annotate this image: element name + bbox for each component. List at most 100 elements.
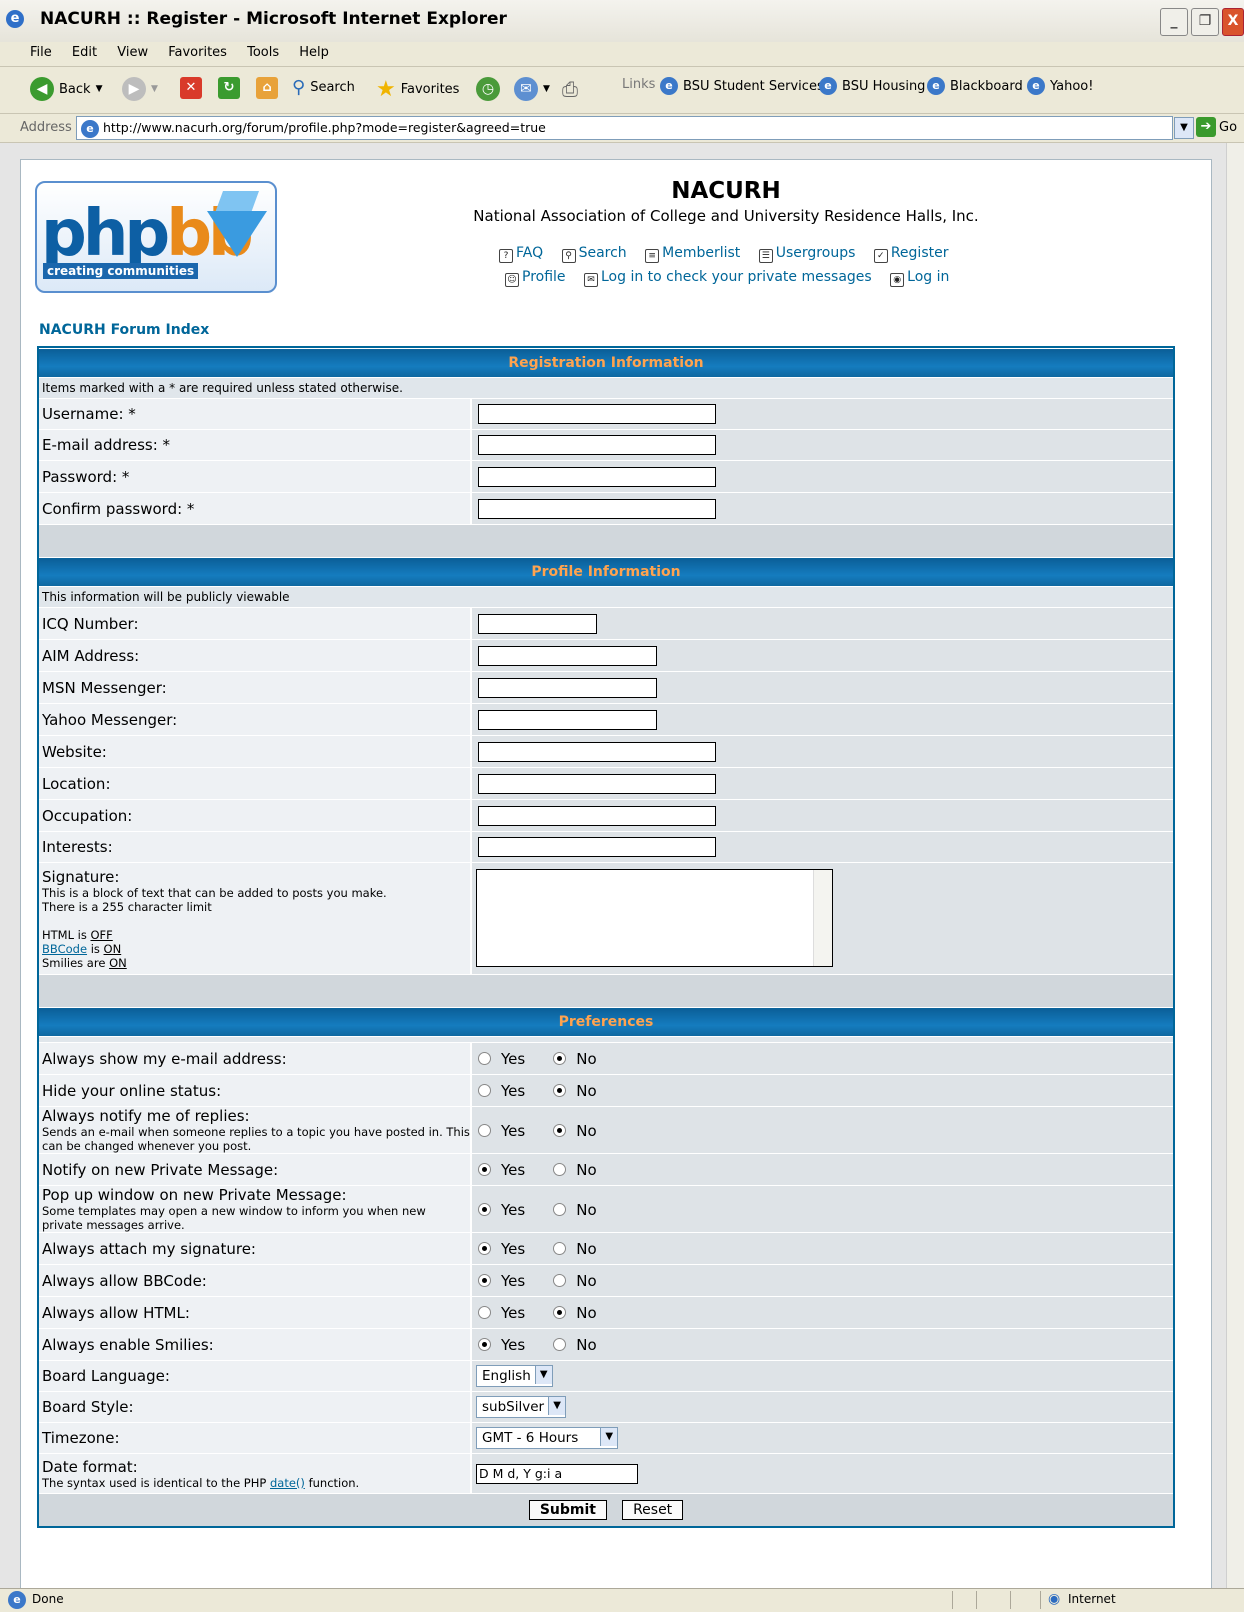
php-date-link[interactable]: date(): [270, 1476, 305, 1490]
pref-label: Always notify me of replies:: [42, 1107, 250, 1125]
pref-radio-no[interactable]: [553, 1338, 567, 1351]
pref-radio-yes[interactable]: [478, 1123, 491, 1137]
page-scrollbar[interactable]: [1226, 143, 1244, 1588]
yahoo-input[interactable]: [478, 709, 657, 730]
pref-radio-yes[interactable]: [478, 1052, 491, 1065]
nav-private-messages[interactable]: ✉ Log in to check your private messages: [583, 269, 872, 287]
nav-memberlist[interactable]: ≡ Memberlist: [645, 245, 740, 263]
pref-radio-yes[interactable]: [478, 1306, 491, 1319]
search-button[interactable]: ⚲ Search: [292, 77, 355, 98]
address-dropdown-button[interactable]: ▼: [1174, 117, 1194, 139]
website-input[interactable]: [478, 741, 716, 762]
form-actions: Submit Reset: [39, 1493, 1173, 1526]
occupation-input[interactable]: [478, 805, 716, 826]
textarea-scrollbar[interactable]: [813, 870, 832, 966]
nav-faq[interactable]: ? FAQ: [499, 245, 543, 263]
stop-icon: ✕: [180, 77, 202, 99]
ie-page-icon: e: [1027, 77, 1045, 95]
phpbb-logo[interactable]: phpbb creating communities: [35, 181, 277, 293]
timezone-select[interactable]: GMT - 6 Hours ▼: [476, 1427, 619, 1449]
pref-label-cell: Always show my e-mail address:: [39, 1042, 472, 1075]
ie-page-icon: e: [927, 77, 945, 95]
pref-radio-yes[interactable]: [478, 1084, 491, 1097]
forum-index-link[interactable]: NACURH Forum Index: [39, 322, 209, 338]
menu-file[interactable]: File: [30, 45, 52, 60]
pref-radio-yes[interactable]: [478, 1163, 491, 1176]
aim-input[interactable]: [478, 645, 657, 666]
address-input[interactable]: e http://www.nacurh.org/forum/profile.ph…: [76, 116, 1173, 140]
stop-button[interactable]: ✕: [180, 77, 202, 99]
pref-radio-no[interactable]: [553, 1052, 567, 1065]
menu-edit[interactable]: Edit: [72, 45, 97, 60]
minimize-button[interactable]: _: [1160, 8, 1188, 36]
go-button[interactable]: ➔ Go: [1196, 117, 1237, 137]
pref-radio-no[interactable]: [553, 1274, 567, 1287]
signature-textarea[interactable]: [476, 869, 833, 967]
faq-icon: ?: [499, 249, 513, 263]
nav-login[interactable]: ◉ Log in: [890, 269, 949, 287]
location-label: Location:: [39, 767, 472, 800]
history-button[interactable]: ◷: [476, 77, 500, 101]
link-yahoo[interactable]: e Yahoo!: [1027, 77, 1093, 95]
nav-usergroups[interactable]: ☰ Usergroups: [758, 245, 855, 263]
back-button[interactable]: ◀ Back ▼: [30, 77, 102, 101]
forward-button[interactable]: ▶ ▼: [122, 77, 158, 101]
print-button[interactable]: ⎙: [562, 77, 578, 101]
style-select[interactable]: subSilver ▼: [476, 1396, 567, 1418]
home-button[interactable]: ⌂: [256, 77, 278, 99]
menu-view[interactable]: View: [117, 45, 148, 60]
pref-radio-no-label: No: [576, 1240, 597, 1258]
pref-radio-no[interactable]: [553, 1242, 567, 1255]
menu-help[interactable]: Help: [299, 45, 329, 60]
nav-register[interactable]: ✓ Register: [873, 245, 948, 263]
pref-label-cell: Always enable Smilies:: [39, 1328, 472, 1361]
username-label: Username: *: [39, 398, 472, 430]
favorites-button[interactable]: ★ Favorites: [376, 77, 459, 102]
nav-profile[interactable]: ☺ Profile: [505, 269, 566, 287]
link-bsu-housing[interactable]: e BSU Housing: [819, 77, 925, 95]
refresh-button[interactable]: ↻: [218, 77, 240, 99]
go-arrow-icon: ➔: [1196, 117, 1216, 137]
address-label: Address: [20, 120, 72, 135]
pref-radio-yes[interactable]: [478, 1202, 491, 1216]
pref-radio-yes-label: Yes: [501, 1050, 526, 1068]
pref-radio-no-label: No: [576, 1082, 597, 1100]
icq-input[interactable]: [478, 613, 597, 634]
email-input[interactable]: [478, 435, 716, 456]
pref-radio-yes-label: Yes: [501, 1161, 526, 1179]
bbcode-link[interactable]: BBCode: [42, 942, 87, 956]
menu-favorites[interactable]: Favorites: [168, 45, 227, 60]
pref-radio-no[interactable]: [553, 1202, 567, 1216]
restore-button[interactable]: ❐: [1191, 8, 1219, 36]
date-format-input[interactable]: D M d, Y g:i a: [476, 1463, 638, 1484]
menu-tools[interactable]: Tools: [247, 45, 279, 60]
pref-radio-yes[interactable]: [478, 1242, 491, 1255]
username-input[interactable]: [478, 404, 716, 425]
link-bsu-student-services[interactable]: e BSU Student Services: [660, 77, 824, 95]
pref-radio-yes[interactable]: [478, 1274, 491, 1287]
pref-radio-no[interactable]: [553, 1123, 567, 1137]
internet-zone-icon: ◉: [1048, 1591, 1061, 1607]
confirm-password-input[interactable]: [478, 498, 716, 519]
mail-icon: ✉: [514, 77, 538, 101]
ie-page-icon: e: [8, 1591, 26, 1609]
msn-label: MSN Messenger:: [39, 671, 472, 704]
location-input[interactable]: [478, 773, 716, 794]
mail-button[interactable]: ✉ ▼: [514, 77, 550, 101]
message-icon: ✉: [583, 273, 598, 287]
submit-button[interactable]: Submit: [528, 1500, 607, 1521]
password-input[interactable]: [478, 466, 716, 487]
interests-input[interactable]: [478, 837, 716, 858]
pref-radio-yes[interactable]: [478, 1338, 491, 1351]
reset-button[interactable]: Reset: [622, 1500, 684, 1521]
pref-radio-yes-label: Yes: [501, 1121, 526, 1140]
pref-label: Pop up window on new Private Message:: [42, 1186, 347, 1204]
pref-radio-no[interactable]: [553, 1306, 567, 1319]
link-blackboard[interactable]: e Blackboard: [927, 77, 1023, 95]
nav-search[interactable]: ⚲ Search: [561, 245, 627, 263]
pref-radio-no[interactable]: [553, 1163, 567, 1176]
pref-radio-no[interactable]: [553, 1084, 567, 1097]
close-button[interactable]: X: [1222, 8, 1244, 36]
msn-input[interactable]: [478, 677, 657, 698]
language-select[interactable]: English ▼: [476, 1365, 553, 1387]
